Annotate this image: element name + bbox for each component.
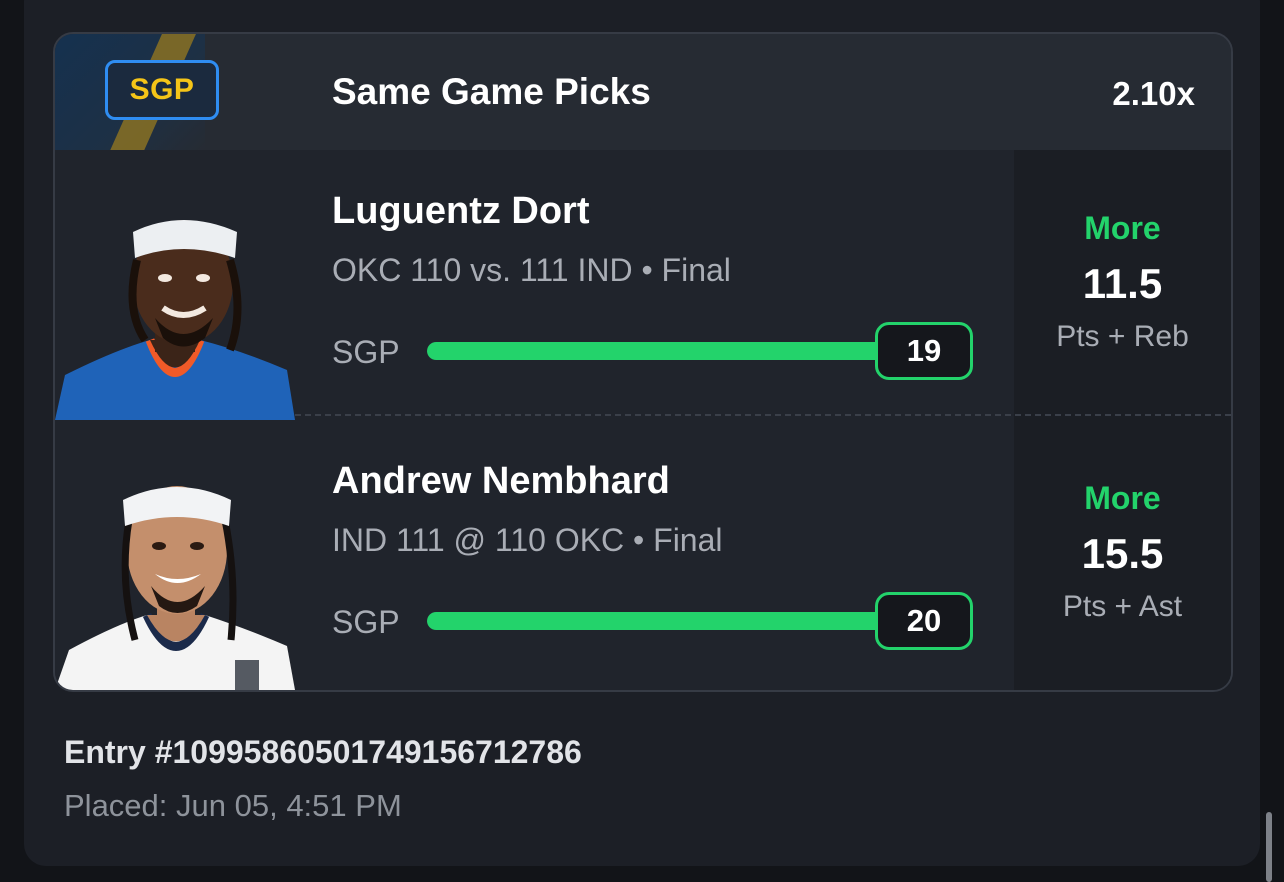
row-divider [295, 414, 1231, 416]
pick-stat-type: Pts + Ast [1062, 590, 1183, 623]
player-name: Andrew Nembhard [332, 460, 670, 502]
player-photo-avatar [55, 460, 295, 690]
payout-multiplier: 2.10x [1112, 75, 1195, 112]
player-name: Luguentz Dort [332, 190, 590, 232]
progress-fill [427, 342, 907, 360]
pick-line-panel: More 15.5 Pts + Ast [1014, 420, 1231, 690]
progress-value-badge: 19 [875, 322, 973, 380]
pick-direction: More [1084, 210, 1161, 246]
pick-row[interactable]: Andrew Nembhard IND 111 @ 110 OKC • Fina… [55, 420, 1231, 690]
progress-bar [427, 612, 907, 630]
pick-direction: More [1084, 480, 1161, 516]
game-status: OKC 110 vs. 111 IND • Final [332, 252, 731, 288]
pick-line-value: 11.5 [1082, 260, 1163, 307]
progress-label: SGP [332, 334, 400, 370]
pick-stat-type: Pts + Reb [1056, 320, 1189, 353]
pick-row[interactable]: Luguentz Dort OKC 110 vs. 111 IND • Fina… [55, 150, 1231, 420]
pick-line-value: 15.5 [1081, 530, 1164, 577]
placed-timestamp: Placed: Jun 05, 4:51 PM [64, 788, 402, 823]
card-title: Same Game Picks [332, 71, 651, 112]
progress-value-badge: 20 [875, 592, 973, 650]
card-header: SGP Same Game Picks 2.10x [55, 34, 1231, 150]
scrollbar[interactable] [1266, 812, 1272, 882]
player-photo-avatar [55, 190, 295, 420]
progress-fill [427, 612, 907, 630]
entry-id: Entry #1099586050174915671278​6 [64, 734, 582, 770]
sgp-badge: SGP [105, 60, 219, 120]
pick-line-panel: More 11.5 Pts + Reb [1014, 150, 1231, 420]
progress-label: SGP [332, 604, 400, 640]
game-status: IND 111 @ 110 OKC • Final [332, 522, 723, 558]
picks-card: SGP Same Game Picks 2.10x Luguentz Dort … [53, 32, 1233, 692]
progress-bar [427, 342, 907, 360]
